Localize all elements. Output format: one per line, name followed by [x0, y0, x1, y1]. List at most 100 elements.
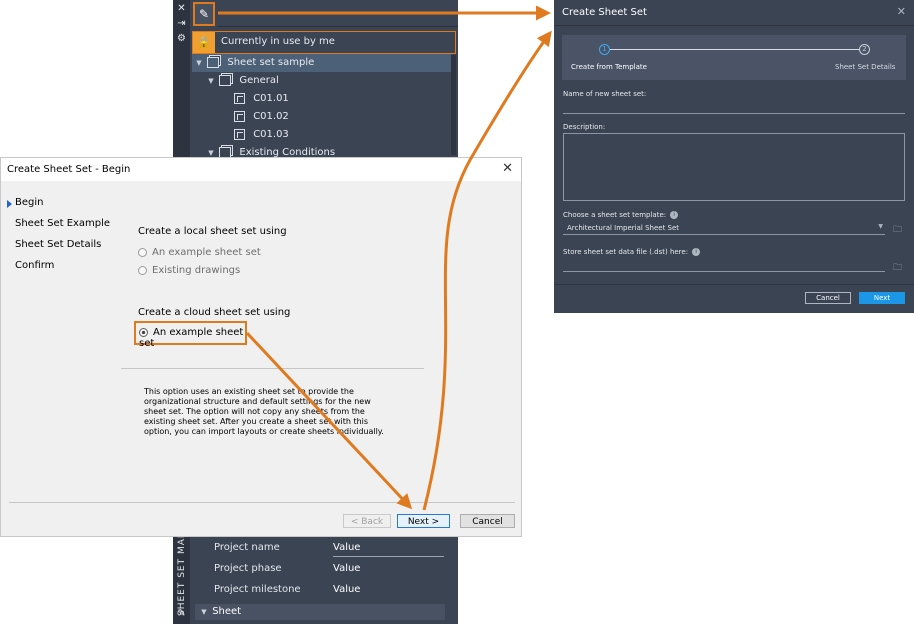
folder-icon[interactable]: 🗀 — [893, 260, 902, 276]
wizard-nav-confirm: Confirm — [15, 260, 55, 271]
subset-icon — [219, 146, 232, 158]
expand-caret-icon[interactable]: ▼ — [199, 604, 209, 620]
dialog-title: Create Sheet Set - Begin — [7, 164, 131, 175]
radio-local-example[interactable]: An example sheet set — [138, 247, 261, 258]
name-label: Name of new sheet set: — [563, 90, 647, 98]
sheet-set-manager-palette: ✕ ⇥ ⚙ ✎ 🔒 Currently in use by me ▼ Sheet… — [173, 0, 458, 158]
close-icon[interactable]: ✕ — [173, 3, 190, 14]
wizard-nav-begin: Begin — [15, 197, 44, 208]
folder-icon[interactable]: 🗀 — [893, 222, 902, 238]
in-use-status-bar[interactable]: 🔒 Currently in use by me — [192, 31, 456, 54]
property-value[interactable]: Value — [333, 584, 360, 595]
property-name: Project phase — [214, 563, 282, 574]
info-icon[interactable]: i — [670, 211, 679, 219]
property-value[interactable]: Value — [333, 542, 360, 553]
cancel-button[interactable]: Cancel — [460, 514, 515, 528]
tree-item-subset[interactable]: ▼ General — [192, 72, 451, 90]
property-row: Project name Value — [214, 542, 454, 563]
store-label-text: Store sheet set data file (.dst) here: — [563, 248, 689, 256]
cancel-button[interactable]: Cancel — [805, 292, 851, 304]
description-label: Description: — [563, 123, 606, 131]
tree-item-sheet[interactable]: C01.03 — [192, 126, 451, 144]
option-description: This option uses an existing sheet set t… — [144, 387, 384, 436]
palette-vertical-title: SHEET SET MANA — [177, 536, 187, 616]
palette-title-strip: ✕ ⇥ ⚙ — [173, 0, 190, 158]
tree-item-label: Sheet set sample — [227, 57, 315, 68]
radio-icon — [138, 247, 147, 257]
cloud-group-title: Create a cloud sheet set using — [138, 307, 291, 318]
property-row: Project milestone Value — [214, 584, 454, 605]
radio-icon — [138, 265, 147, 275]
description-textarea[interactable] — [563, 133, 905, 201]
dialog-titlebar: Create Sheet Set - Begin ✕ — [1, 158, 521, 181]
sheet-set-manager-palette-bottom: SHEET SET MANA ✎ Project name Value Proj… — [173, 536, 458, 624]
sheet-section-header[interactable]: ▼ Sheet — [195, 604, 445, 620]
property-row: Project phase Value — [214, 563, 454, 584]
next-button[interactable]: Next — [859, 292, 905, 304]
tree-item-subset[interactable]: ▼ Existing Conditions — [192, 144, 451, 158]
new-sheet-set-icon: ✎ — [198, 7, 210, 21]
store-label: Store sheet set data file (.dst) here: i — [563, 248, 701, 256]
tree-scrollbar[interactable] — [451, 55, 456, 155]
radio-selected-icon — [139, 327, 148, 337]
sheet-section-label: Sheet — [212, 606, 242, 617]
wizard-stepper: 1 2 Create from Template Sheet Set Detai… — [562, 35, 906, 80]
sheet-tree: ▼ Sheet set sample ▼ General C01.01 C01.… — [192, 54, 451, 158]
sheet-set-icon — [207, 56, 220, 68]
stepper-line — [610, 49, 860, 50]
template-label-text: Choose a sheet set template: — [563, 211, 667, 219]
property-name: Project name — [214, 542, 280, 553]
step-2-label: Sheet Set Details — [835, 63, 896, 71]
sheet-set-manager-icon[interactable]: ✎ — [173, 608, 190, 619]
radio-label: An example sheet set — [139, 327, 244, 349]
in-use-status-text: Currently in use by me — [221, 36, 335, 47]
expand-caret-icon[interactable]: ▼ — [206, 144, 216, 158]
sheet-icon — [234, 128, 245, 140]
current-step-arrow-icon — [7, 200, 12, 208]
tree-item-label: C01.02 — [253, 111, 289, 122]
next-button[interactable]: Next > — [397, 514, 450, 528]
template-select[interactable]: Architectural Imperial Sheet Set ▼ — [563, 221, 885, 235]
sheet-set-new-button[interactable]: ✎ — [193, 2, 215, 26]
radio-label: An example sheet set — [152, 247, 261, 258]
sheet-icon — [234, 110, 245, 122]
radio-label: Existing drawings — [152, 265, 241, 276]
property-name: Project milestone — [214, 584, 301, 595]
cloud-option-highlight: An example sheet set — [134, 321, 247, 349]
subset-icon — [219, 74, 232, 86]
gear-icon[interactable]: ⚙ — [173, 33, 190, 44]
autohide-icon[interactable]: ⇥ — [173, 18, 190, 29]
dialog-title: Create Sheet Set — [562, 7, 647, 18]
tree-item-sheet-set[interactable]: ▼ Sheet set sample — [192, 54, 451, 72]
info-icon[interactable]: i — [692, 248, 701, 256]
store-path-input[interactable] — [563, 271, 885, 272]
value-underline — [333, 556, 444, 557]
create-sheet-set-dialog: Create Sheet Set ✕ 1 2 Create from Templ… — [554, 0, 914, 313]
tree-item-sheet[interactable]: C01.01 — [192, 90, 451, 108]
footer-divider — [554, 284, 914, 285]
tree-item-sheet[interactable]: C01.02 — [192, 108, 451, 126]
chevron-down-icon: ▼ — [878, 223, 883, 230]
sheet-icon — [234, 92, 245, 104]
property-value[interactable]: Value — [333, 563, 360, 574]
wizard-nav-sheet-set-example: Sheet Set Example — [15, 218, 111, 229]
local-group-title: Create a local sheet set using — [138, 226, 287, 237]
expand-caret-icon[interactable]: ▼ — [194, 54, 204, 72]
step-1-circle: 1 — [599, 44, 610, 55]
toolbar-divider — [217, 26, 458, 27]
name-input[interactable] — [563, 113, 905, 114]
lock-icon: 🔒 — [193, 32, 215, 53]
tree-item-label: C01.01 — [253, 93, 289, 104]
template-select-value: Architectural Imperial Sheet Set — [567, 224, 680, 232]
close-icon[interactable]: ✕ — [502, 161, 513, 176]
radio-cloud-example[interactable]: An example sheet set — [139, 327, 245, 349]
close-icon[interactable]: ✕ — [897, 5, 906, 18]
create-sheet-set-begin-dialog: Create Sheet Set - Begin ✕ Begin Sheet S… — [0, 157, 522, 537]
description-divider — [121, 368, 424, 369]
back-button[interactable]: < Back — [343, 514, 391, 528]
header-divider — [554, 25, 914, 26]
radio-existing-drawings[interactable]: Existing drawings — [138, 265, 240, 276]
step-2-circle: 2 — [859, 44, 870, 55]
step-1-label: Create from Template — [571, 63, 647, 71]
expand-caret-icon[interactable]: ▼ — [206, 72, 216, 90]
